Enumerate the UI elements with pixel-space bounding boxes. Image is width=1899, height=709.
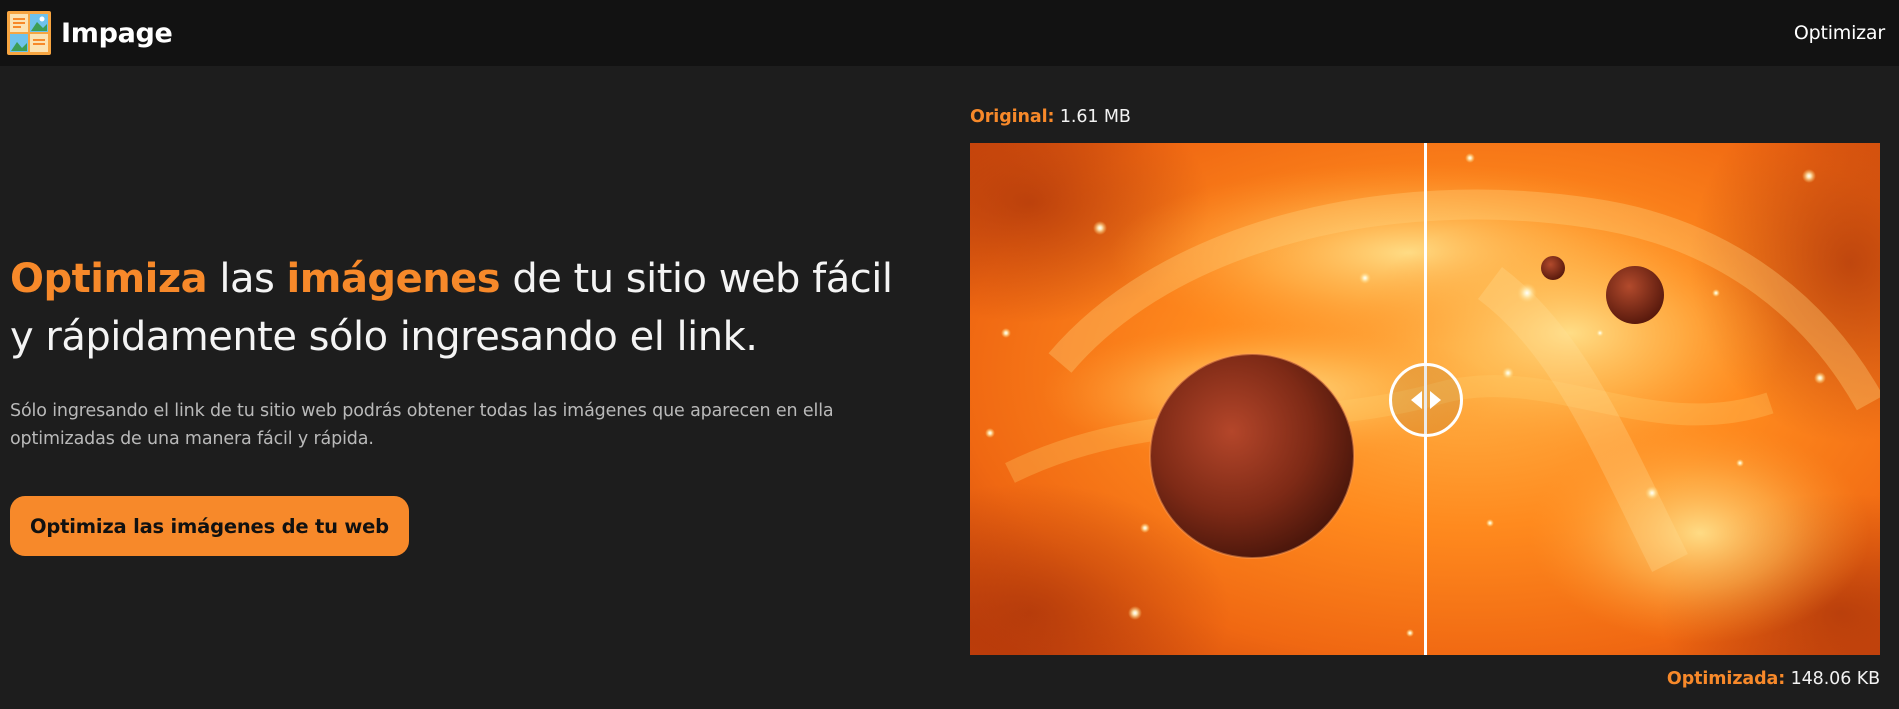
arrow-left-icon (1411, 391, 1422, 409)
headline-accent-optimiza: Optimiza (10, 256, 208, 302)
arrow-right-icon (1430, 391, 1441, 409)
optimized-size-value: 148.06 KB (1785, 669, 1880, 689)
hero-headline: Optimiza las imágenes de tu sitio web fá… (10, 250, 910, 366)
nav-link-optimizar[interactable]: Optimizar (1794, 22, 1885, 44)
logo-icon (7, 11, 51, 55)
original-size-value: 1.61 MB (1054, 107, 1131, 127)
original-size-key: Original: (970, 107, 1055, 127)
navbar: Impage Optimizar (0, 0, 1899, 66)
brand-link[interactable]: Impage (6, 10, 173, 56)
original-size-label: Original: 1.61 MB (970, 107, 1131, 127)
optimize-cta-button[interactable]: Optimiza las imágenes de tu web (10, 496, 409, 556)
headline-text-1: las (207, 256, 287, 302)
brand-name: Impage (61, 17, 173, 49)
slider-handle[interactable] (1389, 363, 1463, 437)
optimized-size-label: Optimizada: 148.06 KB (1667, 669, 1880, 689)
hero-description: Sólo ingresando el link de tu sitio web … (10, 401, 834, 449)
headline-accent-imagenes: imágenes (286, 256, 501, 302)
hero-section: Optimiza las imágenes de tu sitio web fá… (10, 250, 910, 556)
optimized-size-key: Optimizada: (1666, 669, 1786, 689)
image-comparison-slider[interactable] (970, 143, 1880, 655)
